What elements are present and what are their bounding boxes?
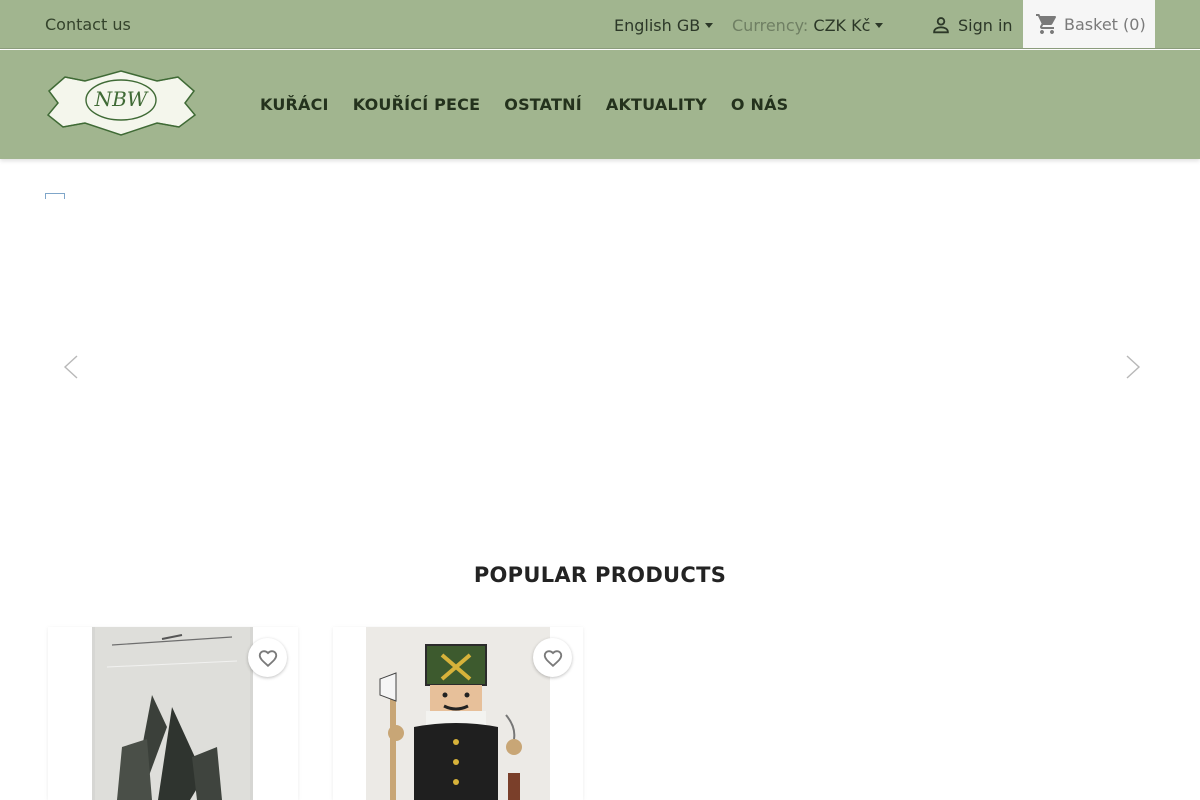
caret-down-icon xyxy=(705,22,714,28)
chevron-right-icon[interactable] xyxy=(1123,353,1143,381)
basket-count: (0) xyxy=(1123,14,1146,34)
svg-text:NBW: NBW xyxy=(94,87,149,111)
product-image[interactable] xyxy=(366,627,550,800)
add-to-wishlist-button[interactable] xyxy=(533,638,572,677)
nav-item-kuraci[interactable]: KUŘÁCI xyxy=(260,95,329,114)
popular-products-title: POPULAR PRODUCTS xyxy=(473,563,727,587)
sign-in-label: Sign in xyxy=(958,15,1013,35)
caret-down-icon xyxy=(875,22,884,28)
basket-button[interactable]: Basket (0) xyxy=(1023,0,1155,48)
heart-outline-icon xyxy=(543,649,562,667)
product-card[interactable] xyxy=(48,627,298,800)
add-to-wishlist-button[interactable] xyxy=(248,638,287,677)
top-bar: Contact us English GB Currency: CZK Kč S… xyxy=(0,0,1200,49)
main-nav: KUŘÁCI KOUŘÍCÍ PECE OSTATNÍ AKTUALITY O … xyxy=(260,95,812,114)
currency-selector[interactable]: Currency: CZK Kč xyxy=(732,16,884,35)
basket-label: Basket xyxy=(1064,14,1118,34)
shopping-cart-icon xyxy=(1036,14,1057,34)
image-slider xyxy=(45,190,1155,535)
nav-item-ostatni[interactable]: OSTATNÍ xyxy=(504,95,582,114)
heart-outline-icon xyxy=(258,649,277,667)
currency-label: Currency: xyxy=(732,16,809,35)
store-logo[interactable]: NBW xyxy=(45,69,198,138)
user-icon xyxy=(933,17,949,34)
product-card[interactable] xyxy=(333,627,583,800)
nav-item-o-nas[interactable]: O NÁS xyxy=(731,95,788,114)
broken-image-icon xyxy=(45,193,65,199)
chevron-left-icon[interactable] xyxy=(61,353,81,381)
product-image[interactable] xyxy=(92,627,253,800)
nav-item-kourici-pece[interactable]: KOUŘÍCÍ PECE xyxy=(353,95,481,114)
contact-us-link[interactable]: Contact us xyxy=(45,15,131,34)
language-label: English GB xyxy=(614,16,701,35)
sign-in-link[interactable]: Sign in xyxy=(930,14,1013,36)
language-selector[interactable]: English GB xyxy=(614,16,714,35)
currency-value: CZK Kč xyxy=(813,16,871,35)
nav-item-aktuality[interactable]: AKTUALITY xyxy=(606,95,707,114)
main-header: NBW KUŘÁCI KOUŘÍCÍ PECE OSTATNÍ AKTUALIT… xyxy=(0,50,1200,159)
